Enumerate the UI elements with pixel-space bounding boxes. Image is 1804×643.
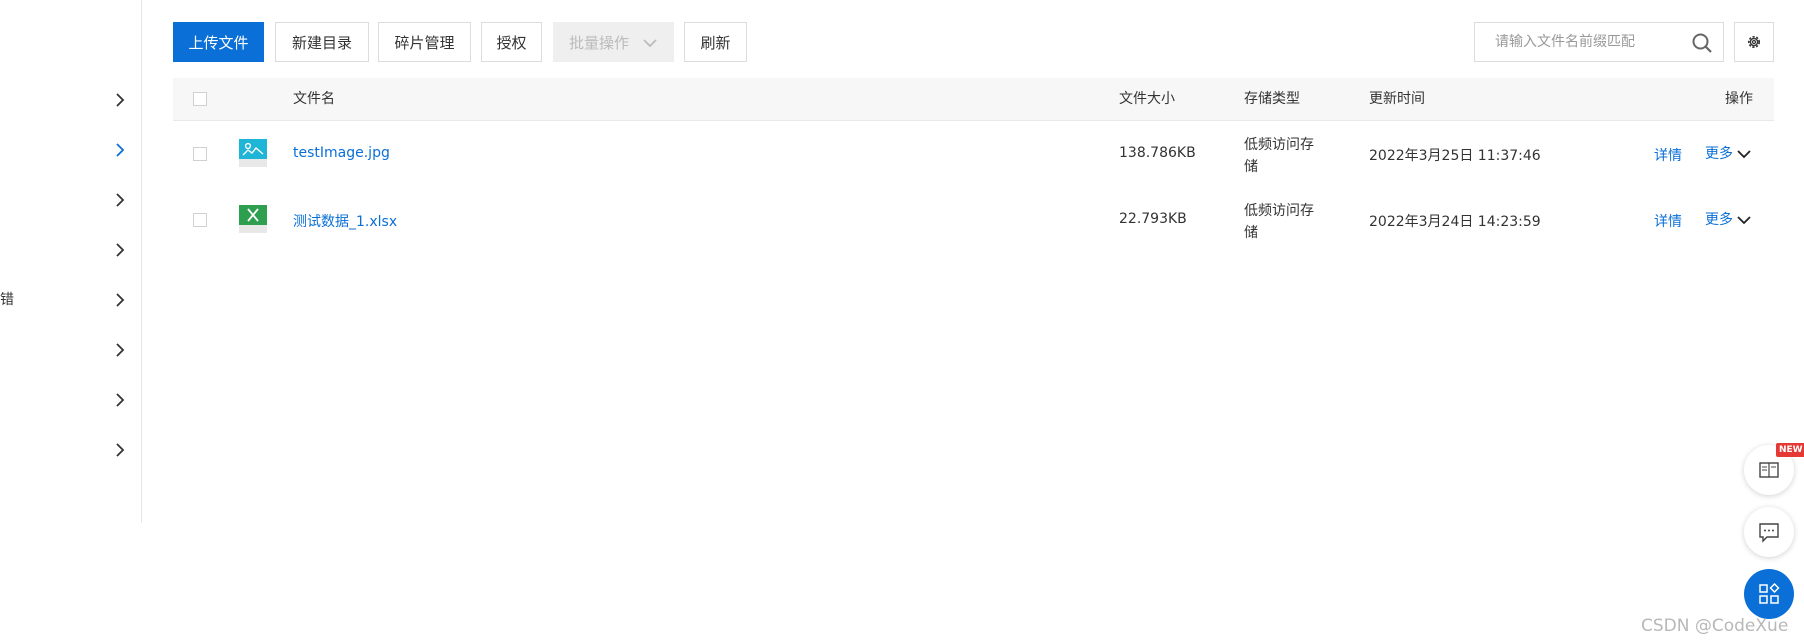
updated-time: 2022年3月25日 11:37:46: [1369, 148, 1541, 164]
chevron-down-icon: [1737, 150, 1751, 159]
gear-icon: [1748, 36, 1760, 48]
file-size: 22.793KB: [1119, 211, 1187, 227]
sidebar-item-5[interactable]: 错: [0, 275, 141, 325]
more-dropdown[interactable]: 更多: [1705, 143, 1751, 163]
header-file-size: 文件大小: [1119, 91, 1175, 107]
apps-float-button[interactable]: [1744, 569, 1794, 619]
apps-icon: [1759, 583, 1780, 604]
book-icon: [1759, 462, 1779, 478]
header-storage-type: 存储类型: [1244, 91, 1300, 107]
batch-operations-dropdown[interactable]: 批量操作: [553, 22, 674, 62]
more-dropdown[interactable]: 更多: [1705, 209, 1751, 229]
refresh-button[interactable]: 刷新: [684, 22, 747, 62]
settings-button[interactable]: [1734, 22, 1774, 62]
sidebar-item-label: 错: [0, 292, 14, 308]
chevron-right-icon: [116, 443, 125, 457]
storage-type-line1: 低频访问存: [1244, 137, 1314, 153]
fragment-management-button[interactable]: 碎片管理: [378, 22, 471, 62]
feedback-float-button[interactable]: [1744, 507, 1794, 557]
header-file-name: 文件名: [293, 91, 335, 107]
sidebar-item-3[interactable]: [0, 175, 141, 225]
upload-file-button[interactable]: 上传文件: [173, 22, 264, 62]
authorize-button[interactable]: 授权: [481, 22, 542, 62]
chevron-right-icon: [116, 293, 125, 307]
table-row: 测试数据_1.xlsx 22.793KB 低频访问存 储 2022年3月24日 …: [173, 188, 1774, 254]
chevron-right-icon: [116, 393, 125, 407]
search-input[interactable]: [1475, 23, 1695, 61]
chevron-right-icon: [116, 343, 125, 357]
watermark: CSDN @CodeXue: [1641, 616, 1789, 636]
header-updated-time: 更新时间: [1369, 91, 1425, 107]
search-box: [1474, 22, 1724, 62]
chevron-down-icon: [1737, 216, 1751, 225]
sidebar: 错: [0, 0, 142, 523]
chevron-right-icon: [116, 243, 125, 257]
chat-icon: [1759, 523, 1779, 543]
file-name-link[interactable]: testImage.jpg: [293, 145, 390, 161]
details-link[interactable]: 详情: [1654, 145, 1682, 165]
image-file-icon: [239, 139, 267, 167]
more-label: 更多: [1705, 212, 1733, 228]
row-checkbox[interactable]: [193, 213, 207, 227]
chevron-right-icon: [116, 193, 125, 207]
chevron-right-icon: [116, 93, 125, 107]
storage-type-line2: 储: [1244, 159, 1258, 175]
excel-file-icon: [239, 205, 267, 233]
sidebar-item-7[interactable]: [0, 375, 141, 425]
search-icon[interactable]: [1691, 32, 1713, 54]
storage-type-line2: 储: [1244, 225, 1258, 241]
sidebar-item-1[interactable]: [0, 75, 141, 125]
details-link[interactable]: 详情: [1654, 211, 1682, 231]
file-name-link[interactable]: 测试数据_1.xlsx: [293, 211, 397, 231]
updated-time: 2022年3月24日 14:23:59: [1369, 214, 1541, 230]
select-all-checkbox[interactable]: [193, 92, 207, 106]
sidebar-item-2[interactable]: [0, 125, 141, 175]
sidebar-item-8[interactable]: [0, 425, 141, 475]
chevron-right-icon: [116, 143, 125, 157]
header-actions: 操作: [1725, 91, 1753, 107]
table-row: testImage.jpg 138.786KB 低频访问存 储 2022年3月2…: [173, 122, 1774, 188]
more-label: 更多: [1705, 146, 1733, 162]
new-directory-button[interactable]: 新建目录: [275, 22, 369, 62]
row-checkbox[interactable]: [193, 147, 207, 161]
sidebar-item-4[interactable]: [0, 225, 141, 275]
file-size: 138.786KB: [1119, 145, 1196, 161]
sidebar-item-6[interactable]: [0, 325, 141, 375]
storage-type-line1: 低频访问存: [1244, 203, 1314, 219]
table-header: 文件名 文件大小 存储类型 更新时间 操作: [173, 78, 1774, 121]
chevron-down-icon: [643, 39, 657, 48]
new-badge: NEW: [1776, 443, 1804, 457]
batch-operations-label: 批量操作: [569, 34, 630, 52]
